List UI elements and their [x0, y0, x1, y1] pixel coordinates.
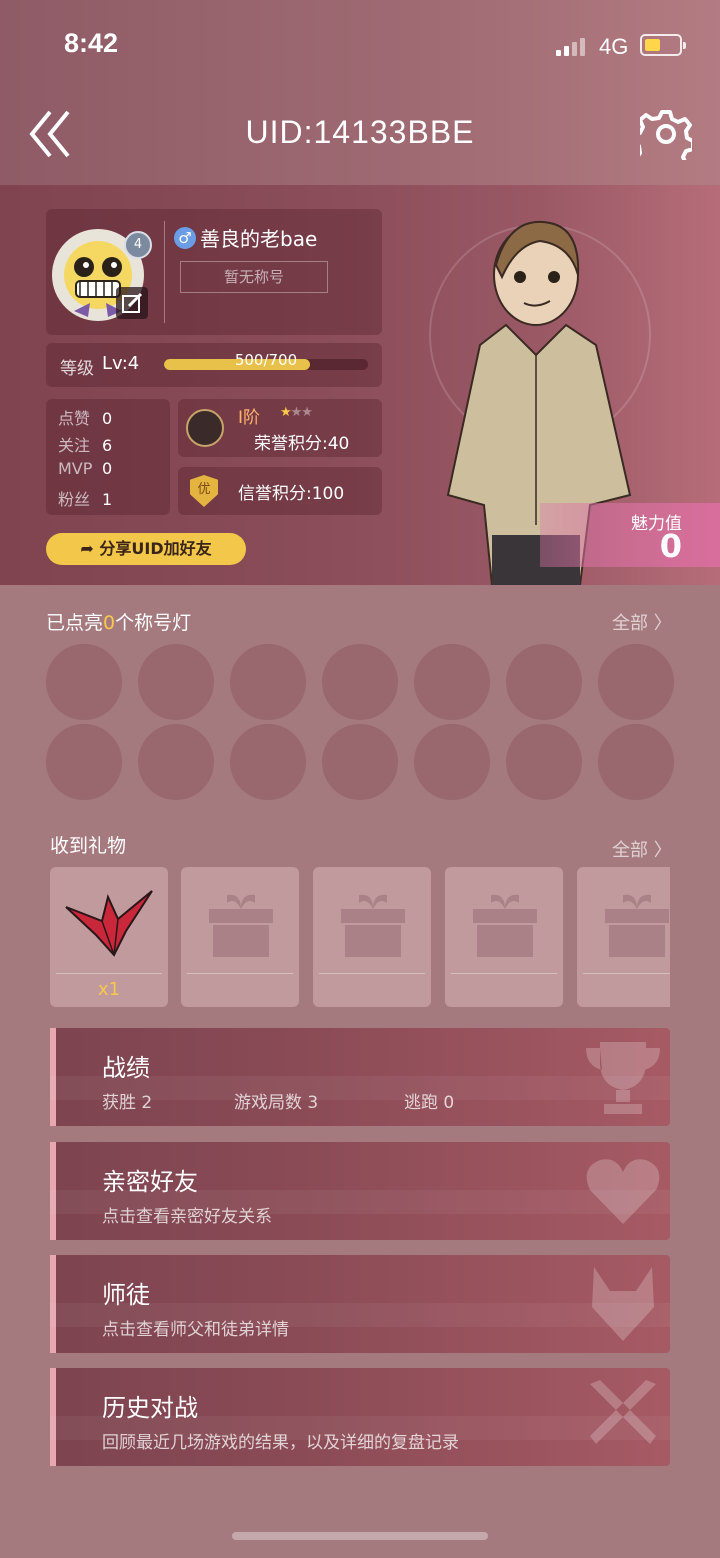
- stat-following[interactable]: 关注 6: [58, 432, 112, 456]
- mentor-card[interactable]: 师徒 点击查看师父和徒弟详情: [50, 1255, 670, 1353]
- stat-mvp: MVP 0: [58, 459, 113, 478]
- stat-likes: 点赞 0: [58, 409, 113, 428]
- honor-tier: I阶: [238, 408, 261, 428]
- close-friends-card[interactable]: 亲密好友 点击查看亲密好友关系: [50, 1142, 670, 1240]
- honor-card[interactable]: I阶 ★★★ 荣誉积分:40: [178, 399, 382, 457]
- heart-icon: [586, 1159, 660, 1224]
- tier-stars: ★★★: [280, 405, 313, 420]
- title-slot[interactable]: 暂无称号: [180, 261, 328, 293]
- swords-icon: [590, 1380, 656, 1444]
- edit-avatar-icon[interactable]: [116, 287, 148, 319]
- record-wins: 获胜 2: [102, 1093, 153, 1113]
- charm-value: 0: [659, 527, 682, 565]
- trophy-icon: [586, 1042, 660, 1114]
- history-title: 历史对战: [102, 1394, 198, 1422]
- empty-gift-icon: [473, 894, 537, 957]
- title-lamp-slot[interactable]: [506, 644, 582, 720]
- avatar-level-badge: 4: [124, 231, 152, 259]
- empty-gift-icon: [605, 894, 669, 957]
- home-indicator[interactable]: [232, 1532, 488, 1540]
- charm-box: 魅力值 0: [540, 503, 720, 567]
- title-lamp-slot[interactable]: [230, 644, 306, 720]
- fox-icon: [592, 1267, 654, 1341]
- mentor-title: 师徒: [102, 1281, 150, 1309]
- title-lamp-slot[interactable]: [46, 644, 122, 720]
- close-friends-subtitle: 点击查看亲密好友关系: [102, 1207, 272, 1227]
- nickname: 善良的老bae: [200, 227, 318, 251]
- signal-icon: [556, 38, 590, 56]
- title-lamp-slot[interactable]: [138, 724, 214, 800]
- level-value: Lv:4: [102, 353, 140, 374]
- title-lamp-slot[interactable]: [598, 724, 674, 800]
- gift-row: x1: [50, 867, 670, 1007]
- title-lamp-slot[interactable]: [322, 644, 398, 720]
- settings-gear-icon[interactable]: [640, 108, 692, 160]
- level-card: 等级 Lv:4 500/700: [46, 343, 382, 387]
- stats-card: 点赞 0 关注 6 MVP 0 粉丝 1: [46, 399, 170, 515]
- gift-slot-paper-crane[interactable]: x1: [50, 867, 168, 1007]
- title-lamp-slot[interactable]: [414, 724, 490, 800]
- honor-points: 荣誉积分:40: [254, 434, 350, 454]
- history-card[interactable]: 历史对战 回顾最近几场游戏的结果，以及详细的复盘记录: [50, 1368, 670, 1466]
- gift-slot-empty: [577, 867, 670, 1007]
- close-friends-title: 亲密好友: [102, 1168, 198, 1196]
- gift-slot-empty: [313, 867, 431, 1007]
- lamps-see-all-link[interactable]: 全部 〉: [612, 609, 672, 635]
- record-title: 战绩: [102, 1054, 150, 1082]
- profile-panel: 4 ♂ 善良的老bae 暂无称号 等级 Lv:4 500/700 点赞 0 关注 6…: [0, 185, 720, 585]
- title-lamp-slot[interactable]: [414, 644, 490, 720]
- record-card[interactable]: 战绩 获胜 2 游戏局数 3 逃跑 0: [50, 1028, 670, 1126]
- avatar-divider: [164, 221, 165, 323]
- title-lamp-slot[interactable]: [506, 724, 582, 800]
- credit-shield-icon: 优: [190, 475, 218, 507]
- title-lamp-slot[interactable]: [138, 644, 214, 720]
- title-lamp-slot[interactable]: [46, 724, 122, 800]
- empty-gift-icon: [341, 894, 405, 957]
- share-arrow-icon: ➦: [80, 539, 100, 558]
- status-bar: 8:42 4G: [0, 0, 720, 90]
- network-label: 4G: [599, 34, 629, 59]
- share-uid-button[interactable]: ➦ 分享UID加好友: [46, 533, 246, 565]
- title-lamps-header: 已点亮0个称号灯: [46, 612, 192, 634]
- avatar-card: 4 ♂ 善良的老bae 暂无称号: [46, 209, 382, 335]
- level-label: 等级: [60, 359, 94, 379]
- gifts-see-all-link[interactable]: 全部 〉: [612, 836, 672, 862]
- title-lamp-slot[interactable]: [598, 644, 674, 720]
- gift-slot-empty: [445, 867, 563, 1007]
- paper-crane-icon: [65, 890, 153, 957]
- gift-qty: x1: [97, 979, 121, 1000]
- battery-icon: [640, 34, 686, 56]
- male-gender-icon: ♂: [174, 227, 196, 249]
- history-subtitle: 回顾最近几场游戏的结果，以及详细的复盘记录: [102, 1433, 459, 1453]
- mentor-subtitle: 点击查看师父和徒弟详情: [102, 1320, 289, 1340]
- status-time: 8:42: [64, 28, 119, 58]
- title-lamp-slot[interactable]: [322, 724, 398, 800]
- exp-text: 500/700: [234, 351, 298, 369]
- gift-slot-empty: [181, 867, 299, 1007]
- page-title: UID:14133BBE: [245, 114, 475, 150]
- credit-points: 信誉积分:100: [238, 484, 345, 504]
- gifts-header: 收到礼物: [50, 835, 127, 857]
- credit-card[interactable]: 优 信誉积分:100: [178, 467, 382, 515]
- title-lamp-slot[interactable]: [230, 724, 306, 800]
- honor-rank-icon: [186, 409, 224, 447]
- record-games: 游戏局数 3: [234, 1093, 319, 1113]
- stat-fans[interactable]: 粉丝 1: [58, 486, 112, 510]
- record-escapes: 逃跑 0: [404, 1093, 455, 1113]
- empty-gift-icon: [209, 894, 273, 957]
